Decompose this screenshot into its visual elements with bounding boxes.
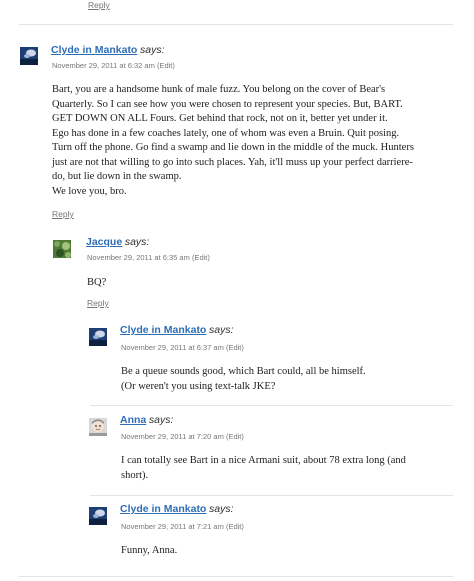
reply-link[interactable]: Reply — [52, 209, 74, 219]
comment-line: I can totally see Bart in a nice Armani … — [121, 455, 406, 466]
says-label: says: — [139, 44, 165, 56]
comment-line: Bart, you are a handsome hunk of male fu… — [52, 84, 386, 95]
comment-date-link[interactable]: November 29, 2011 at 6:35 am — [87, 253, 190, 262]
comment-author-link[interactable]: Clyde in Mankato — [51, 44, 137, 56]
comment-date-link[interactable]: November 29, 2011 at 6:37 am — [121, 343, 224, 352]
divider — [19, 24, 453, 25]
comment-meta: November 29, 2011 at 6:32 am (Edit) — [52, 61, 175, 70]
comment-author-link[interactable]: Anna — [120, 414, 146, 426]
says-label: says: — [208, 503, 234, 515]
says-label: says: — [148, 414, 174, 426]
avatar-icon[interactable] — [53, 240, 71, 258]
edit-link[interactable]: (Edit) — [226, 432, 244, 441]
comment-line: Be a queue sounds good, which Bart could… — [121, 366, 366, 377]
comment-date-link[interactable]: November 29, 2011 at 7:21 am — [121, 522, 224, 531]
avatar-icon[interactable] — [89, 328, 107, 346]
comment-line: short). — [121, 469, 149, 481]
says-label: says: — [124, 236, 150, 248]
comment-line: just are not that willing to go into suc… — [52, 156, 413, 168]
comment-meta: November 29, 2011 at 7:20 am (Edit) — [121, 432, 244, 441]
comment-date-link[interactable]: November 29, 2011 at 7:20 am — [121, 432, 224, 441]
comment-header: Clyde in Mankato says: — [120, 503, 234, 515]
comment-line: do, but lie down in the swamp. — [52, 171, 182, 182]
comment-body: Funny, Anna. — [121, 544, 177, 559]
comment-meta: November 29, 2011 at 6:37 am (Edit) — [121, 343, 244, 352]
comment-line: Ego has done in a few coaches lately, on… — [52, 127, 400, 139]
comment-line: (Or weren't you using text-talk JKE? — [121, 380, 276, 392]
comment-author-link[interactable]: Clyde in Mankato — [120, 503, 206, 515]
divider — [90, 495, 453, 496]
reply-link[interactable]: Reply — [88, 0, 110, 10]
comment-line: We love you, bro. — [52, 185, 127, 197]
comment-header: Jacque says: — [86, 236, 149, 248]
edit-link[interactable]: (Edit) — [192, 253, 210, 262]
comment-line: BQ? — [87, 277, 107, 288]
comment-meta: November 29, 2011 at 7:21 am (Edit) — [121, 522, 244, 531]
comment-date-link[interactable]: November 29, 2011 at 6:32 am — [52, 61, 155, 70]
avatar-icon[interactable] — [89, 418, 107, 436]
edit-link[interactable]: (Edit) — [157, 61, 175, 70]
comment-author-link[interactable]: Jacque — [86, 236, 122, 248]
comment-line: GET DOWN ON ALL Fours. Get behind that r… — [52, 113, 388, 124]
comment-meta: November 29, 2011 at 6:35 am (Edit) — [87, 253, 210, 262]
comment-line: Funny, Anna. — [121, 545, 178, 556]
comment-header: Clyde in Mankato says: — [120, 324, 234, 336]
divider — [19, 576, 453, 577]
comment-body: BQ? — [87, 276, 106, 291]
says-label: says: — [208, 324, 234, 336]
comment-author-link[interactable]: Clyde in Mankato — [120, 324, 206, 336]
avatar-icon[interactable] — [20, 47, 38, 65]
comment-line: Quarterly. So I can see how you were cho… — [52, 98, 403, 110]
comment-body: Be a queue sounds good, which Bart could… — [121, 365, 366, 394]
comment-body: I can totally see Bart in a nice Armani … — [121, 454, 406, 483]
avatar-icon[interactable] — [89, 507, 107, 525]
divider — [90, 405, 453, 406]
comment-header: Anna says: — [120, 414, 173, 426]
comment-line: Turn off the phone. Go find a swamp and … — [52, 142, 414, 153]
reply-link[interactable]: Reply — [87, 298, 109, 308]
edit-link[interactable]: (Edit) — [226, 343, 244, 352]
comment-header: Clyde in Mankato says: — [51, 44, 165, 56]
comment-body: Bart, you are a handsome hunk of male fu… — [52, 83, 414, 199]
edit-link[interactable]: (Edit) — [226, 522, 244, 531]
